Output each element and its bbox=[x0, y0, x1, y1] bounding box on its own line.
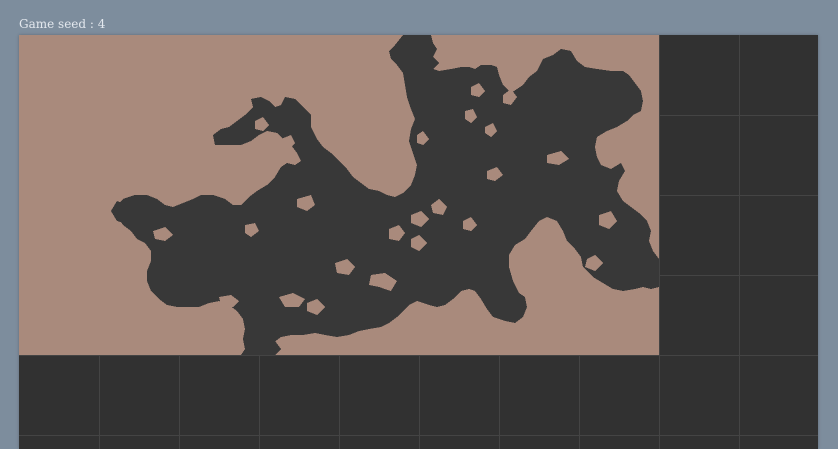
game-board[interactable] bbox=[19, 35, 818, 449]
terrain-map[interactable] bbox=[19, 35, 659, 355]
game-seed-label: Game seed : 4 bbox=[19, 17, 106, 31]
